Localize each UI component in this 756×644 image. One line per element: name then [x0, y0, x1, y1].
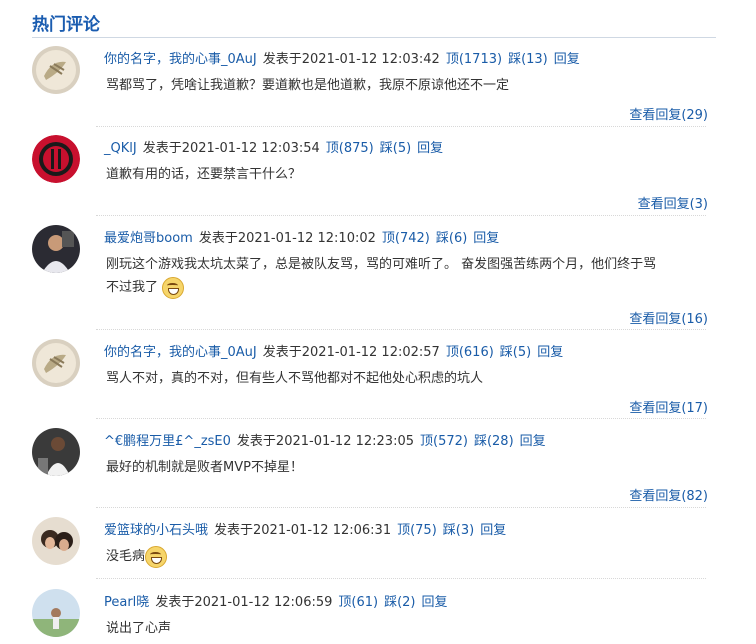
comment-text-part: 不过我了	[106, 280, 159, 295]
username-link[interactable]: 最爱炮哥boom	[104, 231, 193, 246]
avatar[interactable]	[32, 225, 80, 273]
comment-text: 没毛病	[106, 545, 706, 568]
comment-item: 你的名字，我的心事_0AuJ 发表于2021-01-12 12:02:57 顶(61…	[32, 339, 716, 419]
avatar[interactable]	[32, 135, 80, 183]
comment-meta: 你的名字，我的心事_0AuJ 发表于2021-01-12 12:03:42 顶(17…	[104, 48, 580, 67]
avatar[interactable]	[32, 517, 80, 565]
divider	[96, 578, 706, 579]
comment-meta: ^€鹏程万里£^_zsE0 发表于2021-01-12 12:23:05 顶(572…	[104, 430, 546, 449]
reply-button[interactable]: 回复	[473, 231, 499, 246]
divider	[96, 126, 706, 127]
view-replies-link[interactable]: 查看回复(29)	[629, 104, 708, 123]
username-link[interactable]: 你的名字，我的心事_0AuJ	[104, 52, 257, 67]
upvote-button[interactable]: 顶(572)	[420, 434, 468, 449]
downvote-button[interactable]: 踩(2)	[384, 595, 415, 610]
view-replies-link[interactable]: 查看回复(17)	[629, 397, 708, 416]
downvote-button[interactable]: 踩(3)	[443, 523, 474, 538]
upvote-button[interactable]: 顶(61)	[338, 595, 378, 610]
upvote-button[interactable]: 顶(616)	[446, 345, 494, 360]
comment-text: 说出了心声	[106, 621, 172, 636]
comment-meta: 最爱炮哥boom 发表于2021-01-12 12:10:02 顶(742) 踩(6)…	[104, 227, 499, 246]
username-link[interactable]: Pearl晓	[104, 595, 149, 610]
post-time: 发表于2021-01-12 12:02:57	[262, 345, 440, 360]
reply-button[interactable]: 回复	[537, 345, 563, 360]
reply-button[interactable]: 回复	[417, 141, 443, 156]
comments-header: 热门评论	[32, 8, 716, 38]
view-replies-link[interactable]: 查看回复(82)	[629, 485, 708, 504]
comment-text: 刚玩这个游戏我太坑太菜了，总是被队友骂，骂的可难听了。 奋发图强苦练两个月，他们…	[106, 253, 706, 299]
downvote-button[interactable]: 踩(5)	[500, 345, 531, 360]
username-link[interactable]: ^€鹏程万里£^_zsE0	[104, 434, 231, 449]
comment-text: 骂人不对，真的不对，但有些人不骂他都对不起他处心积虑的坑人	[106, 371, 484, 386]
comment-item: 最爱炮哥boom 发表于2021-01-12 12:10:02 顶(742) 踩(6)…	[32, 225, 716, 329]
post-time: 发表于2021-01-12 12:03:54	[142, 141, 320, 156]
comment-text-part: 没毛病	[106, 549, 146, 564]
downvote-button[interactable]: 踩(28)	[474, 434, 514, 449]
comment-text: 最好的机制就是败者MVP不掉星！	[106, 460, 303, 475]
downvote-button[interactable]: 踩(13)	[508, 52, 548, 67]
comment-meta: Pearl晓 发表于2021-01-12 12:06:59 顶(61) 踩(2) 回复	[104, 591, 448, 610]
comment-item: 你的名字，我的心事_0AuJ 发表于2021-01-12 12:03:42 顶(17…	[32, 46, 716, 126]
divider	[96, 418, 706, 419]
avatar[interactable]	[32, 589, 80, 637]
grin-emoji-icon	[145, 545, 168, 568]
reply-button[interactable]: 回复	[422, 595, 448, 610]
section-title: 热门评论	[32, 15, 100, 35]
username-link[interactable]: 你的名字，我的心事_0AuJ	[104, 345, 257, 360]
avatar[interactable]	[32, 428, 80, 476]
post-time: 发表于2021-01-12 12:06:59	[155, 595, 333, 610]
downvote-button[interactable]: 踩(5)	[380, 141, 411, 156]
comment-meta: 爱篮球的小石头哦 发表于2021-01-12 12:06:31 顶(75) 踩(3) 回…	[104, 519, 506, 538]
divider	[96, 215, 706, 216]
post-time: 发表于2021-01-12 12:03:42	[262, 52, 440, 67]
upvote-button[interactable]: 顶(742)	[382, 231, 430, 246]
post-time: 发表于2021-01-12 12:06:31	[214, 523, 392, 538]
reply-button[interactable]: 回复	[520, 434, 546, 449]
upvote-button[interactable]: 顶(875)	[326, 141, 374, 156]
upvote-button[interactable]: 顶(1713)	[446, 52, 502, 67]
comment-meta: 你的名字，我的心事_0AuJ 发表于2021-01-12 12:02:57 顶(61…	[104, 341, 563, 360]
reply-button[interactable]: 回复	[554, 52, 580, 67]
comment-text-line: 不过我了	[106, 276, 706, 299]
downvote-button[interactable]: 踩(6)	[436, 231, 467, 246]
comment-item: Pearl晓 发表于2021-01-12 12:06:59 顶(61) 踩(2) 回复 …	[32, 589, 716, 644]
comment-text-line: 刚玩这个游戏我太坑太菜了，总是被队友骂，骂的可难听了。 奋发图强苦练两个月，他们…	[106, 257, 657, 272]
reply-button[interactable]: 回复	[480, 523, 506, 538]
comment-text: 道歉有用的话，还要禁言干什么？	[106, 167, 302, 182]
upvote-button[interactable]: 顶(75)	[397, 523, 437, 538]
comment-item: _QKlJ 发表于2021-01-12 12:03:54 顶(875) 踩(5) 回复 …	[32, 135, 716, 215]
avatar[interactable]	[32, 46, 80, 94]
comment-text: 骂都骂了，凭啥让我道歉？要道歉也是他道歉，我原不原谅他还不一定	[106, 78, 510, 93]
divider	[96, 329, 706, 330]
username-link[interactable]: 爱篮球的小石头哦	[104, 523, 208, 538]
comment-item: ^€鹏程万里£^_zsE0 发表于2021-01-12 12:23:05 顶(572…	[32, 428, 716, 508]
post-time: 发表于2021-01-12 12:23:05	[236, 434, 414, 449]
view-replies-link[interactable]: 查看回复(3)	[638, 193, 708, 212]
comment-meta: _QKlJ 发表于2021-01-12 12:03:54 顶(875) 踩(5) 回复	[104, 137, 443, 156]
grin-emoji-icon	[162, 276, 185, 299]
comment-item: 爱篮球的小石头哦 发表于2021-01-12 12:06:31 顶(75) 踩(3) 回…	[32, 517, 716, 579]
view-replies-link[interactable]: 查看回复(16)	[629, 308, 708, 327]
username-link[interactable]: _QKlJ	[104, 141, 137, 156]
avatar[interactable]	[32, 339, 80, 387]
post-time: 发表于2021-01-12 12:10:02	[198, 231, 376, 246]
divider	[96, 507, 706, 508]
